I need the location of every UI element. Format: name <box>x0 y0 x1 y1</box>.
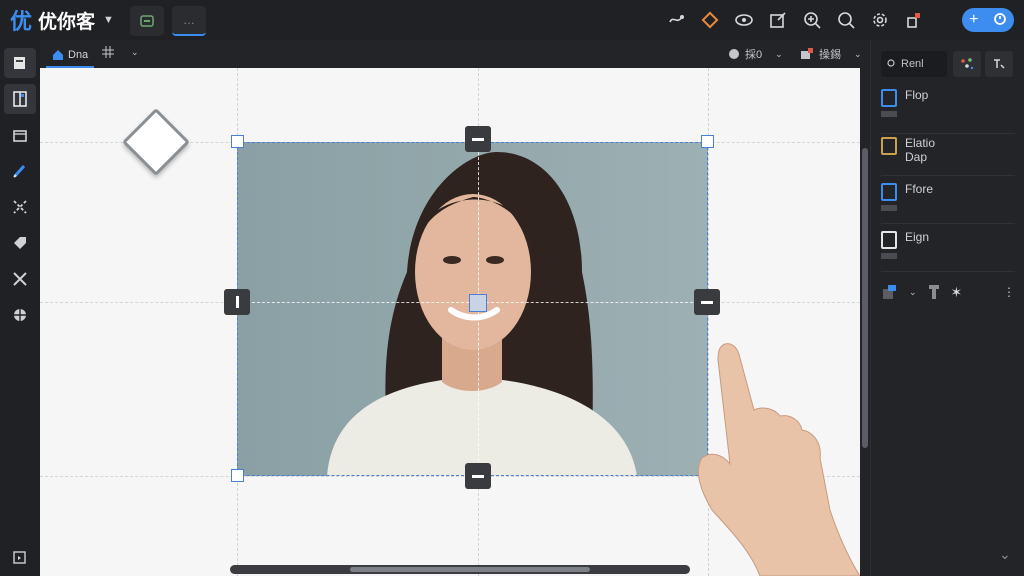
pointing-hand-image <box>697 343 861 576</box>
panel-item-flop[interactable]: Flop <box>881 88 1015 134</box>
zoom-in-icon[interactable] <box>802 10 822 30</box>
sub-toolbar: Dna ⌄ 採0 ⌄ 操錫 ⌄ <box>40 40 870 68</box>
asterisk-icon[interactable]: ✶ <box>951 284 963 301</box>
swatch <box>881 253 897 259</box>
eye-icon[interactable] <box>734 10 754 30</box>
page-icon <box>881 231 897 249</box>
chevron-down-icon: ⌄ <box>775 48 783 59</box>
page-icon <box>881 137 897 155</box>
panel-item-label: Elatio Dap <box>905 136 936 164</box>
resize-handle-bottom[interactable] <box>465 463 491 489</box>
align-icon[interactable] <box>927 283 941 301</box>
crop-icon[interactable] <box>4 192 36 222</box>
sparkle-button[interactable] <box>953 51 981 77</box>
top-toolbar-icons <box>666 0 924 40</box>
chevron-down-icon: ⌄ <box>131 46 139 57</box>
resize-handle-right[interactable] <box>694 289 720 315</box>
scrollbar-thumb[interactable] <box>862 148 868 448</box>
panel-item-label: Flop <box>905 88 929 102</box>
editor-app: 优 优你客 ▼ … + Dna ⌄ 採0 ⌄ 操錫 ⌄ Renl Flop El… <box>0 0 1024 576</box>
resize-handle-top[interactable] <box>465 126 491 152</box>
logo-text: 优你客 <box>38 10 96 33</box>
left-toolbar <box>0 40 40 576</box>
grid-toggle[interactable]: ⌄ <box>102 46 139 58</box>
home-icon <box>53 50 63 60</box>
text-cursor-icon <box>994 59 1005 69</box>
panel-item-ffore[interactable]: Ffore <box>881 182 1015 224</box>
center-handle[interactable] <box>469 294 487 312</box>
swap-icon[interactable] <box>666 10 686 30</box>
layer-badge-icon <box>801 48 813 59</box>
tag-icon[interactable] <box>4 228 36 258</box>
diamond-shape[interactable] <box>122 108 190 176</box>
panel-item-elatio[interactable]: Elatio Dap <box>881 136 1015 176</box>
layer-dropdown-label: 操錫 <box>819 49 841 61</box>
scrollbar-thumb[interactable] <box>350 567 590 572</box>
tab-dna[interactable]: Dna <box>46 44 95 68</box>
panel-search[interactable]: Renl <box>881 51 947 77</box>
resize-handle-top-right[interactable] <box>701 135 714 148</box>
horizontal-scrollbar[interactable] <box>230 565 690 574</box>
paint-icon <box>729 49 739 59</box>
edit-icon[interactable] <box>768 10 788 30</box>
brush-icon[interactable] <box>4 156 36 186</box>
primary-action-button[interactable]: + <box>962 8 1014 32</box>
layout-icon[interactable] <box>4 84 36 114</box>
plus-icon: + <box>969 11 979 28</box>
panel-item-label: Ffore <box>905 182 934 196</box>
vertical-scrollbar[interactable] <box>860 68 870 576</box>
chevron-down-icon[interactable]: ▼ <box>103 14 114 26</box>
search-icon <box>887 59 895 67</box>
transform-icon[interactable] <box>4 264 36 294</box>
logo-mark: 优 <box>10 10 33 35</box>
color-dropdown[interactable]: 採0 ⌄ <box>728 46 783 62</box>
document-thumb-icon <box>140 15 154 27</box>
chevron-down-icon[interactable]: ⌄ <box>909 287 917 298</box>
right-panel: Renl Flop Elatio Dap Ffore Eign ⌄ ✶ ⋮ ⌄ <box>870 40 1024 576</box>
resize-handle-bottom-left[interactable] <box>231 469 244 482</box>
swatch <box>881 205 897 211</box>
pages-icon[interactable] <box>4 48 36 78</box>
more-icon[interactable]: ⋮ <box>1003 285 1015 299</box>
search-icon[interactable] <box>836 10 856 30</box>
layer-dropdown[interactable]: 操錫 ⌄ <box>800 46 862 62</box>
chevron-down-icon[interactable]: ⌄ <box>999 546 1011 563</box>
page-icon <box>881 183 897 201</box>
page-icon <box>881 89 897 107</box>
doc-tab-2[interactable]: … <box>172 6 206 36</box>
app-logo[interactable]: 优 优你客 ▼ <box>10 4 114 36</box>
text-button[interactable] <box>985 51 1013 77</box>
swatch <box>881 111 897 117</box>
export-icon[interactable] <box>4 542 36 572</box>
panel-search-text: Renl <box>901 58 924 70</box>
resize-handle-left[interactable] <box>224 289 250 315</box>
sparkle-icon <box>961 58 974 70</box>
tab-label: … <box>183 13 195 27</box>
grid-icon <box>102 46 114 58</box>
resize-handle-top-left[interactable] <box>231 135 244 148</box>
effects-icon[interactable] <box>4 300 36 330</box>
top-bar: 优 优你客 ▼ … + <box>0 0 1024 40</box>
panel-item-eign[interactable]: Eign <box>881 230 1015 272</box>
settings-icon[interactable] <box>870 10 890 30</box>
color-dropdown-label: 採0 <box>745 49 763 61</box>
panel-item-label: Eign <box>905 230 930 244</box>
tab-label: Dna <box>68 49 89 61</box>
folder-icon[interactable] <box>4 120 36 150</box>
pin-icon <box>993 13 1006 25</box>
panel-tools-row: ⌄ ✶ ⋮ <box>881 280 1015 304</box>
color-fill-icon[interactable] <box>881 283 899 301</box>
chevron-down-icon: ⌄ <box>854 48 862 59</box>
palette-icon[interactable] <box>700 10 720 30</box>
doc-tab-1[interactable] <box>130 6 164 36</box>
layers-icon[interactable] <box>904 10 924 30</box>
